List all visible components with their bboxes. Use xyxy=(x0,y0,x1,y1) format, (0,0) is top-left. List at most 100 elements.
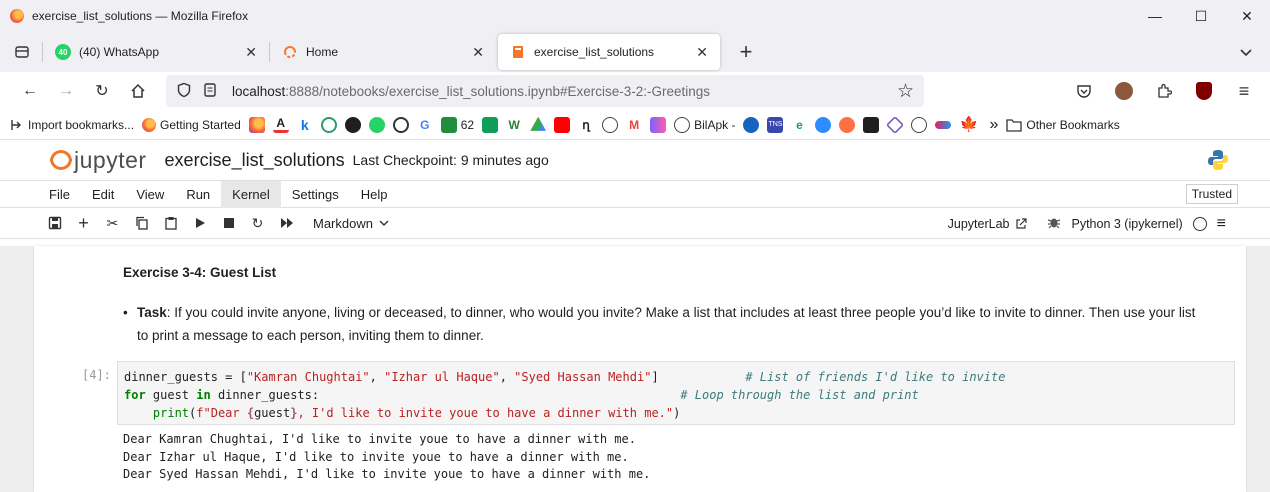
bookmark-label: BilApk - xyxy=(694,117,736,132)
openai-bookmark-icon[interactable] xyxy=(320,116,337,133)
infinity-bookmark-icon[interactable] xyxy=(935,120,952,129)
jupyter-home-icon xyxy=(282,44,298,60)
restart-run-all-icon[interactable] xyxy=(272,210,301,236)
ublock-icon[interactable] xyxy=(1190,76,1218,106)
classroom-bookmark-icon[interactable] xyxy=(482,116,499,133)
cut-icon[interactable]: ✂ xyxy=(98,210,127,236)
google-icon[interactable]: G xyxy=(417,117,433,133)
menu-kernel[interactable]: Kernel xyxy=(221,180,281,208)
gmail-icon[interactable]: M xyxy=(626,117,642,133)
tab-home[interactable]: Home ✕ xyxy=(270,34,496,70)
checkpoint-status: Last Checkpoint: 9 minutes ago xyxy=(352,152,549,168)
open-jupyterlab-link[interactable]: JupyterLab xyxy=(948,217,1028,231)
output-line: Dear Izhar ul Haque, I'd like to invite … xyxy=(123,449,629,464)
google-drive-icon[interactable] xyxy=(530,116,547,131)
m-bookmark-icon[interactable] xyxy=(650,116,667,133)
k-bookmark-icon[interactable]: k xyxy=(297,117,313,133)
close-tab-icon[interactable]: ✕ xyxy=(245,44,257,61)
bookmark-classroom-62[interactable]: 62 xyxy=(440,116,474,133)
notebook-icon xyxy=(510,44,526,60)
list-all-tabs-button[interactable] xyxy=(1228,37,1264,67)
home-button[interactable] xyxy=(120,76,156,106)
bookmark-other[interactable]: Other Bookmarks xyxy=(1006,118,1120,132)
back-button[interactable]: ← xyxy=(12,76,48,106)
menu-run[interactable]: Run xyxy=(175,181,221,208)
app-menu-button[interactable]: ≡ xyxy=(1230,76,1258,106)
extensions-icon[interactable] xyxy=(1150,76,1178,106)
kernel-name[interactable]: Python 3 (ipykernel) xyxy=(1071,217,1182,231)
d-bookmark-icon[interactable] xyxy=(743,116,760,133)
restart-kernel-icon[interactable]: ↻ xyxy=(243,210,272,236)
maple-leaf-icon[interactable]: 🍁 xyxy=(959,116,978,133)
close-tab-icon[interactable]: ✕ xyxy=(472,44,484,61)
pocket-icon[interactable] xyxy=(1070,76,1098,106)
markdown-heading: Exercise 3-4: Guest List xyxy=(123,265,277,280)
debugger-icon[interactable] xyxy=(1047,215,1061,232)
bookmark-getting-started[interactable]: Getting Started xyxy=(142,117,241,132)
url-text: localhost:8888/notebooks/exercise_list_s… xyxy=(232,83,711,99)
minimize-button[interactable]: — xyxy=(1132,0,1178,32)
bookmark-import[interactable]: Import bookmarks... xyxy=(10,118,134,132)
output-line: Dear Kamran Chughtai, I'd like to invite… xyxy=(123,432,636,446)
e-bookmark-icon[interactable]: e xyxy=(791,117,807,133)
code-cell-editor[interactable]: dinner_guests = ["Kamran Chughtai", "Izh… xyxy=(117,361,1235,425)
tab-exercise-list-solutions[interactable]: exercise_list_solutions ✕ xyxy=(498,34,720,70)
cube-bookmark-icon[interactable] xyxy=(886,115,905,134)
close-tab-icon[interactable]: ✕ xyxy=(696,44,708,61)
notebook-page: Exercise 3-4: Guest List • Task: If you c… xyxy=(34,246,1246,492)
account-avatar[interactable] xyxy=(1110,76,1138,106)
notebook-title[interactable]: exercise_list_solutions xyxy=(165,150,345,171)
c-bookmark-icon[interactable] xyxy=(839,116,856,133)
q-bookmark-icon[interactable]: ղ xyxy=(578,117,594,133)
zoom-icon[interactable] xyxy=(815,116,832,133)
whatsapp-bookmark-icon[interactable] xyxy=(368,116,385,133)
python-logo-icon xyxy=(1206,148,1230,172)
url-bar[interactable]: localhost:8888/notebooks/exercise_list_s… xyxy=(166,75,924,107)
menu-edit[interactable]: Edit xyxy=(81,181,125,208)
jupyterlab-label: JupyterLab xyxy=(947,216,1010,231)
cell-type-value: Markdown xyxy=(313,215,373,231)
save-icon[interactable] xyxy=(40,210,69,236)
close-window-button[interactable]: ✕ xyxy=(1224,0,1270,32)
cell-type-select[interactable]: Markdown xyxy=(313,216,389,231)
toolbar-menu-icon[interactable]: ≡ xyxy=(1217,215,1226,233)
chatgpt-icon[interactable] xyxy=(392,116,409,133)
menu-view[interactable]: View xyxy=(125,181,175,208)
menu-help[interactable]: Help xyxy=(350,181,399,208)
interrupt-kernel-icon[interactable] xyxy=(214,210,243,236)
firefox-bookmark-icon[interactable] xyxy=(248,116,265,133)
menu-file[interactable]: File xyxy=(38,181,81,208)
paste-icon[interactable] xyxy=(156,210,185,236)
run-cell-icon[interactable] xyxy=(185,210,214,236)
youtube-icon[interactable] xyxy=(554,116,571,133)
maximize-button[interactable]: ☐ xyxy=(1178,0,1224,32)
navigation-bar: ← → ↻ localhost:8888/notebooks/exercise_… xyxy=(0,72,1270,110)
figma-icon[interactable] xyxy=(863,116,880,133)
more-bookmarks-button[interactable]: » xyxy=(989,116,998,134)
menu-settings[interactable]: Settings xyxy=(281,181,350,208)
jupyter-logo[interactable]: jupyter xyxy=(48,147,147,174)
shield-icon[interactable] xyxy=(176,82,192,101)
forward-button[interactable]: → xyxy=(48,76,84,106)
reload-button[interactable]: ↻ xyxy=(84,76,120,106)
firefox-view-icon[interactable] xyxy=(8,37,36,67)
globe-icon[interactable] xyxy=(602,116,619,133)
bookmark-bilapk[interactable]: BilApk - xyxy=(674,116,736,133)
page-info-icon[interactable] xyxy=(202,82,218,101)
globe-icon[interactable] xyxy=(911,116,928,133)
add-cell-icon[interactable]: + xyxy=(69,210,98,236)
task-text: : If you could invite anyone, living or … xyxy=(137,305,1196,343)
trusted-indicator[interactable]: Trusted xyxy=(1185,184,1238,204)
bookmark-label: Import bookmarks... xyxy=(28,117,135,132)
chevron-down-icon xyxy=(379,220,389,226)
tab-whatsapp[interactable]: 40 (40) WhatsApp ✕ xyxy=(43,34,269,70)
bookmark-star-icon[interactable]: ☆ xyxy=(897,80,914,103)
github-icon[interactable] xyxy=(344,116,361,133)
w-bookmark-icon[interactable]: W xyxy=(506,117,522,133)
new-tab-button[interactable]: + xyxy=(728,37,764,67)
translate-bookmark-icon[interactable]: A xyxy=(272,116,289,133)
tns-bookmark-icon[interactable]: TNS xyxy=(767,116,784,133)
whatsapp-icon: 40 xyxy=(55,44,71,60)
menu-bar: File Edit View Run Kernel Settings Help … xyxy=(0,180,1270,208)
copy-icon[interactable] xyxy=(127,210,156,236)
